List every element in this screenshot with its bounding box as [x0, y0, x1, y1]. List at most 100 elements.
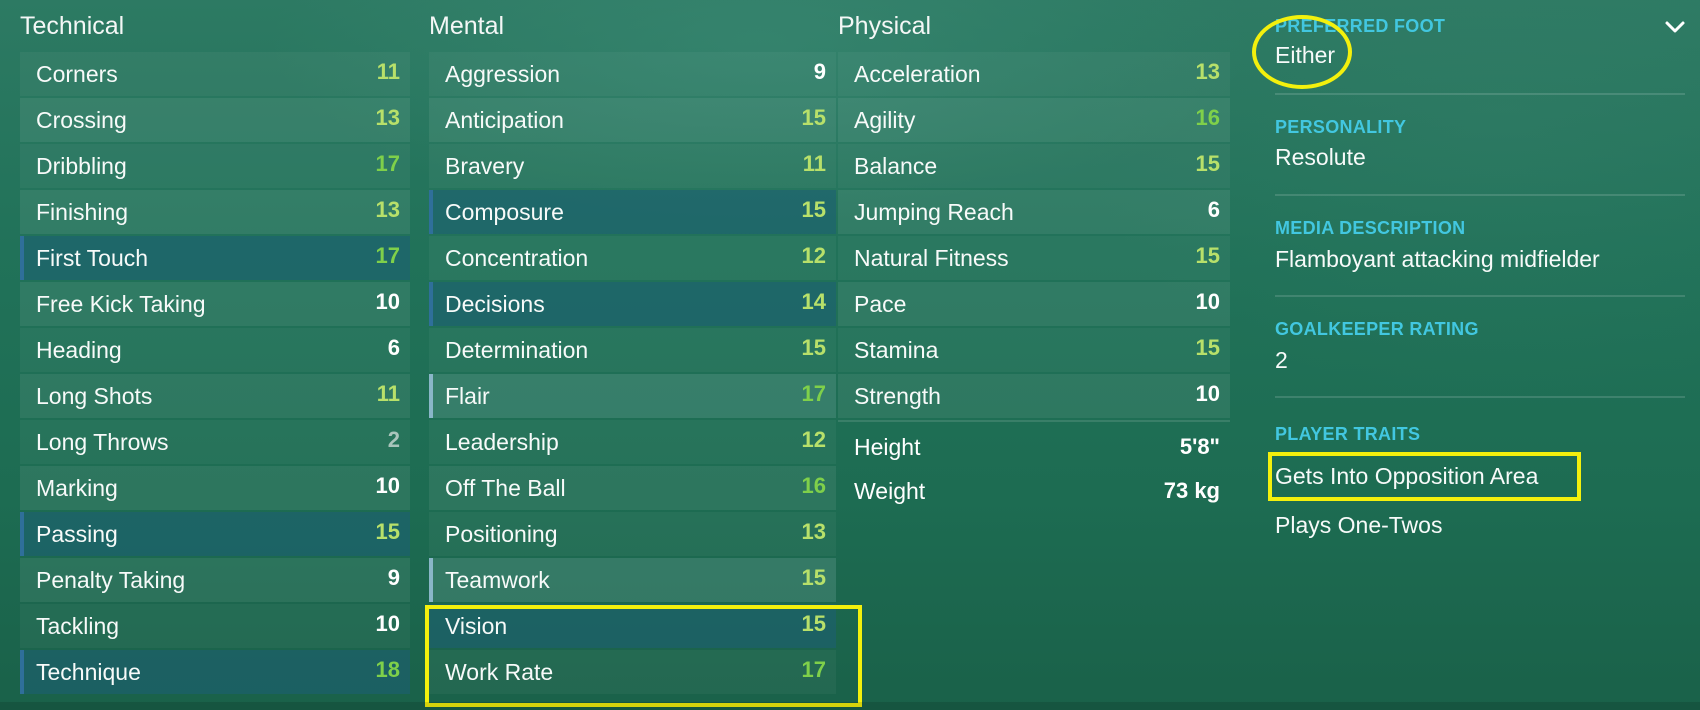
attribute-name: Jumping Reach — [854, 199, 1014, 225]
attribute-value: 15 — [801, 335, 826, 360]
attribute-value: 15 — [1195, 335, 1220, 360]
attribute-value: 13 — [375, 105, 400, 130]
attribute-row-leadership[interactable]: Leadership 12 — [429, 420, 836, 464]
chevron-down-icon — [1665, 21, 1685, 33]
attribute-row-decisions[interactable]: Decisions 14 — [429, 282, 836, 326]
attribute-row-concentration[interactable]: Concentration 12 — [429, 236, 836, 280]
attribute-row-penalty-taking[interactable]: Penalty Taking 9 — [20, 558, 410, 602]
attribute-name: Heading — [36, 337, 122, 363]
attribute-name: Finishing — [36, 199, 129, 225]
attribute-row-acceleration[interactable]: Acceleration 13 — [838, 52, 1230, 96]
attribute-row-composure[interactable]: Composure 15 — [429, 190, 836, 234]
attribute-value: 15 — [801, 105, 826, 130]
attribute-row-balance[interactable]: Balance 15 — [838, 144, 1230, 188]
attribute-row-marking[interactable]: Marking 10 — [20, 466, 410, 510]
attribute-row-teamwork[interactable]: Teamwork 15 — [429, 558, 836, 602]
attribute-row-flair[interactable]: Flair 17 — [429, 374, 836, 418]
attribute-value: 16 — [801, 473, 826, 498]
attribute-name: Natural Fitness — [854, 245, 1009, 271]
attribute-name: Stamina — [854, 337, 939, 363]
attribute-row-long-shots[interactable]: Long Shots 11 — [20, 374, 410, 418]
collapse-button[interactable] — [1662, 14, 1688, 40]
media-description-label: MEDIA DESCRIPTION — [1275, 218, 1466, 238]
attribute-row-finishing[interactable]: Finishing 13 — [20, 190, 410, 234]
attribute-name: Balance — [854, 153, 938, 179]
attribute-value: 6 — [387, 335, 400, 360]
attribute-value: 6 — [1207, 197, 1220, 222]
attribute-value: 10 — [375, 289, 400, 314]
attribute-row-dribbling[interactable]: Dribbling 17 — [20, 144, 410, 188]
attribute-name: Concentration — [445, 245, 589, 271]
attribute-value: 15 — [375, 519, 400, 544]
attribute-row-agility[interactable]: Agility 16 — [838, 98, 1230, 142]
attribute-row-corners[interactable]: Corners 11 — [20, 52, 410, 96]
attribute-value: 10 — [375, 611, 400, 636]
attribute-value: 12 — [801, 243, 826, 268]
attribute-row-aggression[interactable]: Aggression 9 — [429, 52, 836, 96]
technical-title: Technical — [20, 12, 125, 40]
measurement-name: Weight — [854, 478, 926, 504]
attribute-value: 10 — [1195, 381, 1220, 406]
player-trait-item[interactable]: Plays One-Twos — [1275, 512, 1442, 539]
annotation-box-vision-workrate — [425, 605, 862, 707]
attribute-value: 17 — [801, 381, 826, 406]
attribute-row-pace[interactable]: Pace 10 — [838, 282, 1230, 326]
attribute-value: 15 — [1195, 151, 1220, 176]
attribute-row-off-the-ball[interactable]: Off The Ball 16 — [429, 466, 836, 510]
attribute-value: 11 — [802, 151, 826, 176]
attribute-row-passing[interactable]: Passing 15 — [20, 512, 410, 556]
attribute-row-bravery[interactable]: Bravery 11 — [429, 144, 836, 188]
goalkeeper-rating-value: 2 — [1275, 347, 1288, 373]
attribute-name: Crossing — [36, 107, 127, 133]
attribute-value: 15 — [801, 197, 826, 222]
attribute-name: Corners — [36, 61, 118, 87]
measurement-value: 5'8" — [1179, 434, 1220, 459]
attribute-row-first-touch[interactable]: First Touch 17 — [20, 236, 410, 280]
attribute-row-determination[interactable]: Determination 15 — [429, 328, 836, 372]
attribute-row-long-throws[interactable]: Long Throws 2 — [20, 420, 410, 464]
attribute-name: Strength — [854, 383, 941, 409]
attribute-name: Pace — [854, 291, 907, 317]
attribute-value: 15 — [1195, 243, 1220, 268]
info-divider — [1275, 93, 1685, 95]
attribute-name: Long Throws — [36, 429, 169, 455]
attribute-name: Composure — [445, 199, 564, 225]
physical-title: Physical — [838, 12, 932, 40]
attribute-row-free-kick-taking[interactable]: Free Kick Taking 10 — [20, 282, 410, 326]
goalkeeper-rating-label: GOALKEEPER RATING — [1275, 319, 1479, 339]
attribute-name: Marking — [36, 475, 118, 501]
info-divider — [1275, 295, 1685, 297]
attribute-name: Acceleration — [854, 61, 981, 87]
personality-label: PERSONALITY — [1275, 117, 1407, 137]
attribute-value: 17 — [375, 243, 400, 268]
attribute-name: Long Shots — [36, 383, 153, 409]
measurement-value: 73 kg — [1163, 478, 1220, 503]
attribute-name: Passing — [36, 521, 118, 547]
attribute-name: Penalty Taking — [36, 567, 186, 593]
attribute-row-tackling[interactable]: Tackling 10 — [20, 604, 410, 648]
attribute-name: Dribbling — [36, 153, 127, 179]
media-description-value: Flamboyant attacking midfielder — [1275, 246, 1600, 272]
attribute-row-strength[interactable]: Strength 10 — [838, 374, 1230, 418]
attribute-row-positioning[interactable]: Positioning 13 — [429, 512, 836, 556]
attribute-value: 12 — [801, 427, 826, 452]
attribute-row-technique[interactable]: Technique 18 — [20, 650, 410, 694]
attribute-name: Off The Ball — [445, 475, 566, 501]
attribute-value: 14 — [801, 289, 826, 314]
attribute-row-crossing[interactable]: Crossing 13 — [20, 98, 410, 142]
attribute-name: Flair — [445, 383, 490, 409]
annotation-box-traits — [1268, 452, 1581, 501]
attribute-name: First Touch — [36, 245, 149, 271]
attribute-row-natural-fitness[interactable]: Natural Fitness 15 — [838, 236, 1230, 280]
attribute-row-stamina[interactable]: Stamina 15 — [838, 328, 1230, 372]
attribute-value: 10 — [375, 473, 400, 498]
attribute-value: 13 — [801, 519, 826, 544]
attribute-value: 15 — [801, 565, 826, 590]
personality-value: Resolute — [1275, 144, 1366, 170]
attribute-name: Free Kick Taking — [36, 291, 206, 317]
attribute-row-jumping-reach[interactable]: Jumping Reach 6 — [838, 190, 1230, 234]
attribute-value: 9 — [813, 59, 826, 84]
attribute-row-heading[interactable]: Heading 6 — [20, 328, 410, 372]
attribute-row-anticipation[interactable]: Anticipation 15 — [429, 98, 836, 142]
attribute-value: 11 — [376, 59, 400, 84]
